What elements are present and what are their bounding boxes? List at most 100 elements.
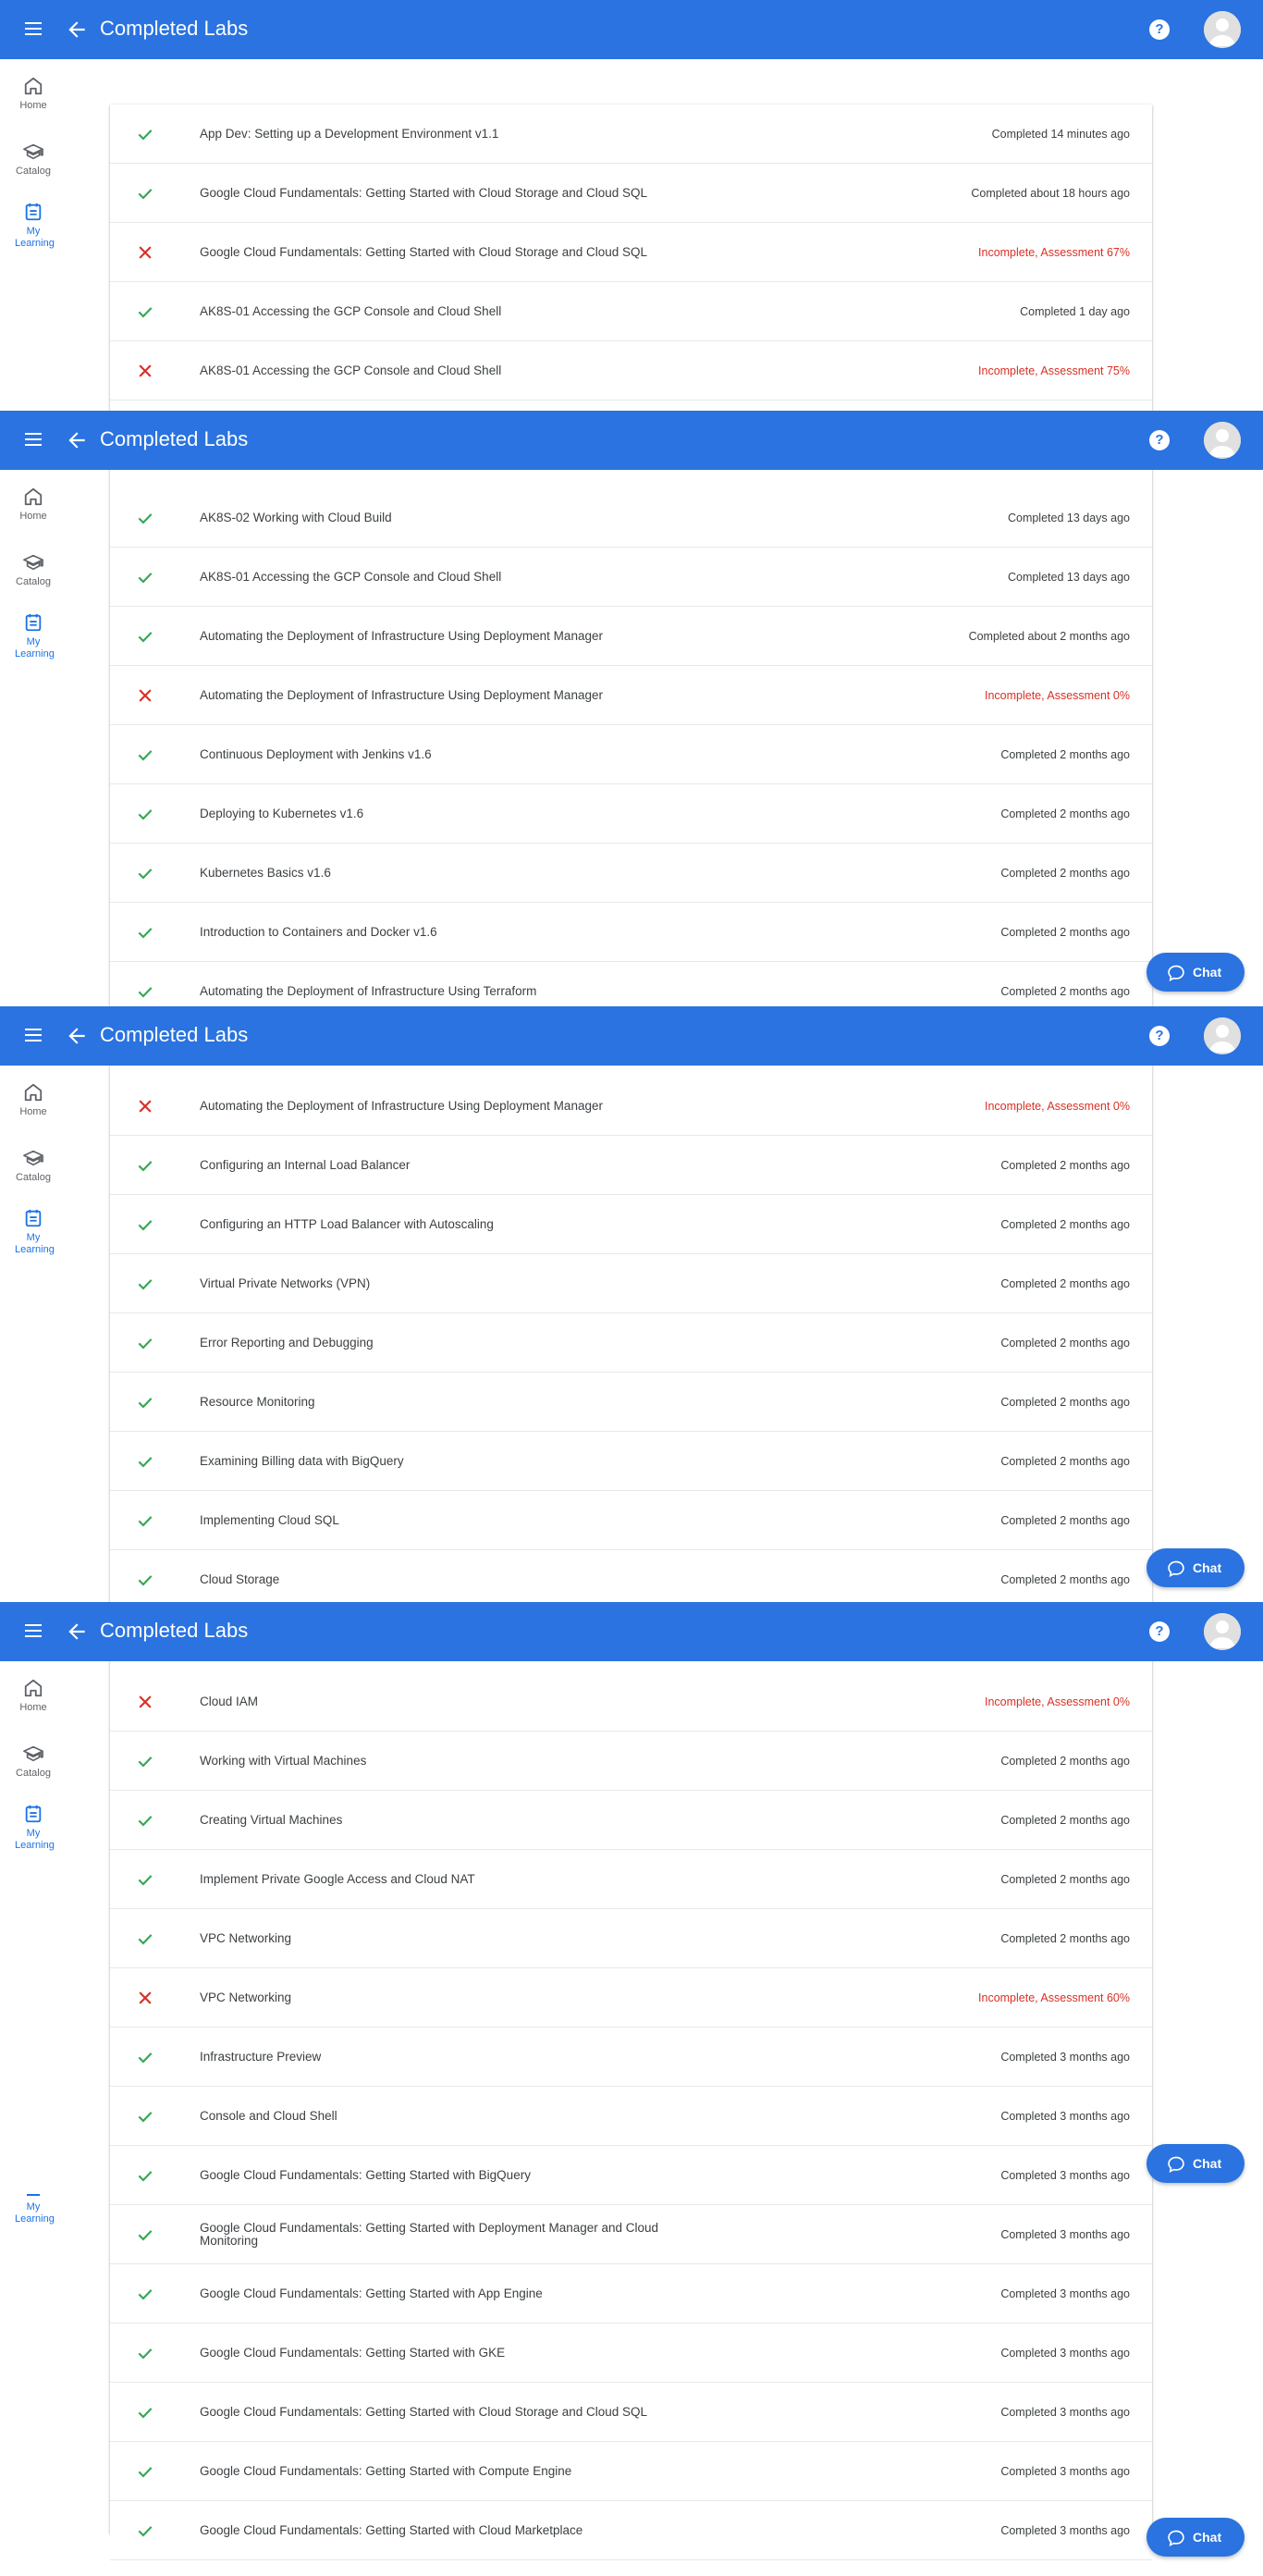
lab-status: Completed 13 days ago xyxy=(1007,570,1130,584)
lab-status: Completed 3 months ago xyxy=(1000,2286,1130,2300)
lab-row[interactable]: Configuring an Internal Load Balancer Com… xyxy=(110,1136,1152,1195)
lab-title: Console and Cloud Shell xyxy=(200,2108,337,2123)
lab-status: Completed 2 months ago xyxy=(1000,1158,1130,1172)
lab-title: Kubernetes Basics v1.6 xyxy=(200,865,331,880)
lab-row[interactable]: VPC Networking Completed 2 months ago xyxy=(110,1909,1152,1968)
avatar[interactable] xyxy=(1204,1613,1241,1650)
lab-row[interactable]: Introduction to Containers and Docker v1… xyxy=(110,903,1152,962)
lab-row[interactable]: Automating the Deployment of Infrastruct… xyxy=(110,607,1152,666)
nav-my-learning[interactable]: My Learning xyxy=(0,2194,67,2225)
lab-status: Completed 3 months ago xyxy=(1000,2227,1130,2241)
lab-row[interactable]: Google Cloud Fundamentals: Getting Start… xyxy=(110,2146,1152,2205)
nav-catalog[interactable]: Catalog xyxy=(0,552,67,588)
lab-row[interactable]: Cloud Storage Completed 2 months ago xyxy=(110,1550,1152,1602)
chat-label: Chat xyxy=(1193,1560,1222,1575)
nav-my-learning[interactable]: My Learning xyxy=(0,612,67,660)
lab-row[interactable]: Google Cloud Fundamentals: Getting Start… xyxy=(110,2205,1152,2264)
avatar[interactable] xyxy=(1204,422,1241,459)
lab-row[interactable]: Implementing Cloud SQL Completed 2 months… xyxy=(110,1491,1152,1550)
nav-home[interactable]: Home xyxy=(0,76,67,112)
nav-catalog[interactable]: Catalog xyxy=(0,142,67,178)
chat-button[interactable]: Chat xyxy=(1147,953,1245,992)
lab-status: Completed 2 months ago xyxy=(1000,1336,1130,1350)
lab-row[interactable]: Implement Private Google Access and Clou… xyxy=(110,1850,1152,1909)
lab-row[interactable]: VPC Networking Incomplete, Assessment 60% xyxy=(110,1968,1152,2028)
check-icon xyxy=(136,1752,154,1770)
back-arrow-icon[interactable] xyxy=(65,18,89,42)
nav-my-learning[interactable]: My Learning xyxy=(0,202,67,250)
lab-status: Completed 2 months ago xyxy=(1000,1931,1130,1945)
lab-row[interactable]: Deploying to Kubernetes v1.6 Completed 2 … xyxy=(110,784,1152,844)
lab-row[interactable]: Working with Virtual Machines Completed 2… xyxy=(110,1732,1152,1791)
back-arrow-icon[interactable] xyxy=(65,428,89,452)
help-icon[interactable]: ? xyxy=(1149,1026,1170,1046)
lab-row[interactable]: Cloud IAM Incomplete, Assessment 0% xyxy=(110,1672,1152,1732)
lab-row[interactable]: Console and Cloud Shell Completed 3 month… xyxy=(110,2087,1152,2146)
nav-my-learning[interactable]: My Learning xyxy=(0,1208,67,1256)
nav-home[interactable]: Home xyxy=(0,1082,67,1118)
back-arrow-icon[interactable] xyxy=(65,1620,89,1644)
chat-label: Chat xyxy=(1193,2156,1222,2171)
lab-row[interactable]: Creating Virtual Machines Completed 2 mon… xyxy=(110,1791,1152,1850)
lab-status: Completed 2 months ago xyxy=(1000,925,1130,939)
lab-row[interactable]: Google Cloud Fundamentals: Getting Start… xyxy=(110,2442,1152,2501)
lab-row[interactable]: Google Cloud Fundamentals: Getting Start… xyxy=(110,164,1152,223)
lab-row[interactable]: Resource Monitoring Completed 2 months ag… xyxy=(110,1373,1152,1432)
chat-button[interactable]: Chat xyxy=(1147,1548,1245,1587)
lab-row[interactable]: Kubernetes Basics v1.6 Completed 2 months… xyxy=(110,844,1152,903)
chat-button[interactable]: Chat xyxy=(1147,2518,1245,2557)
check-icon xyxy=(136,1811,154,1830)
check-icon xyxy=(136,2462,154,2481)
lab-row[interactable]: Google Cloud Fundamentals: Getting Start… xyxy=(110,2264,1152,2323)
nav-home[interactable]: Home xyxy=(0,1678,67,1714)
lab-status: Completed 2 months ago xyxy=(1000,1754,1130,1768)
chat-button[interactable]: Chat xyxy=(1147,2144,1245,2183)
lab-row[interactable]: Configuring an HTTP Load Balancer with A… xyxy=(110,1195,1152,1254)
lab-status: Incomplete, Assessment 67% xyxy=(978,245,1130,259)
lab-row[interactable]: App Dev: Setting up a Development Enviro… xyxy=(110,105,1152,164)
lab-row[interactable]: Google Cloud Fundamentals: Getting Start… xyxy=(110,2383,1152,2442)
lab-row[interactable]: Google Cloud Fundamentals: Getting Start… xyxy=(110,223,1152,282)
nav-home[interactable]: Home xyxy=(0,487,67,523)
lab-row[interactable]: Automating the Deployment of Infrastruct… xyxy=(110,666,1152,725)
back-arrow-icon[interactable] xyxy=(65,1024,89,1048)
lab-row[interactable]: AK8S-01 Accessing the GCP Console and Cl… xyxy=(110,341,1152,401)
screen-3: Automating the Deployment of Infrastruct… xyxy=(0,1006,1263,1602)
lab-title: Examining Billing data with BigQuery xyxy=(200,1453,404,1468)
help-icon[interactable]: ? xyxy=(1149,19,1170,40)
lab-row[interactable]: Automating the Deployment of Infrastruct… xyxy=(110,962,1152,1006)
lab-row[interactable]: Error Reporting and Debugging Completed 2… xyxy=(110,1313,1152,1373)
avatar[interactable] xyxy=(1204,1017,1241,1054)
check-icon xyxy=(136,1870,154,1889)
nav-catalog[interactable]: Catalog xyxy=(0,1148,67,1184)
nav-label: Home xyxy=(19,100,47,111)
check-icon xyxy=(136,1215,154,1234)
check-icon xyxy=(136,1393,154,1411)
menu-icon[interactable] xyxy=(22,18,44,40)
lab-row[interactable]: Automating the Deployment of Infrastruct… xyxy=(110,1077,1152,1136)
lab-row[interactable]: AK8S-02 Working with Cloud Build Complete… xyxy=(110,488,1152,548)
nav-my-learning[interactable]: My Learning xyxy=(0,1804,67,1852)
lab-row[interactable]: Google Cloud Fundamentals: Getting Start… xyxy=(110,2501,1152,2560)
menu-icon[interactable] xyxy=(22,428,44,450)
nav-label: My Learning xyxy=(15,1828,55,1851)
lab-row[interactable]: AK8S-01 Accessing the GCP Console and Cl… xyxy=(110,282,1152,341)
lab-row[interactable]: Continuous Deployment with Jenkins v1.6 C… xyxy=(110,725,1152,784)
lab-title: Virtual Private Networks (VPN) xyxy=(200,1276,371,1290)
avatar[interactable] xyxy=(1204,11,1241,48)
lab-row[interactable]: Virtual Private Networks (VPN) Completed … xyxy=(110,1254,1152,1313)
nav-catalog[interactable]: Catalog xyxy=(0,1744,67,1780)
help-icon[interactable]: ? xyxy=(1149,1621,1170,1642)
lab-row[interactable]: Infrastructure Preview Completed 3 months… xyxy=(110,2028,1152,2087)
labs-list: Cloud IAM Incomplete, Assessment 0% Workin… xyxy=(110,1602,1152,2560)
menu-icon[interactable] xyxy=(22,1620,44,1642)
nav-label: Catalog xyxy=(16,576,51,587)
help-icon[interactable]: ? xyxy=(1149,430,1170,450)
labs-list: Automating the Deployment of Infrastruct… xyxy=(110,1006,1152,1602)
menu-icon[interactable] xyxy=(22,1024,44,1046)
lab-row[interactable]: AK8S-01 Accessing the GCP Console and Cl… xyxy=(110,548,1152,607)
nav-label: Home xyxy=(19,1702,47,1713)
lab-row[interactable]: Examining Billing data with BigQuery Comp… xyxy=(110,1432,1152,1491)
lab-row[interactable]: Google Cloud Fundamentals: Getting Start… xyxy=(110,2323,1152,2383)
lab-status: Incomplete, Assessment 0% xyxy=(984,1695,1130,1708)
